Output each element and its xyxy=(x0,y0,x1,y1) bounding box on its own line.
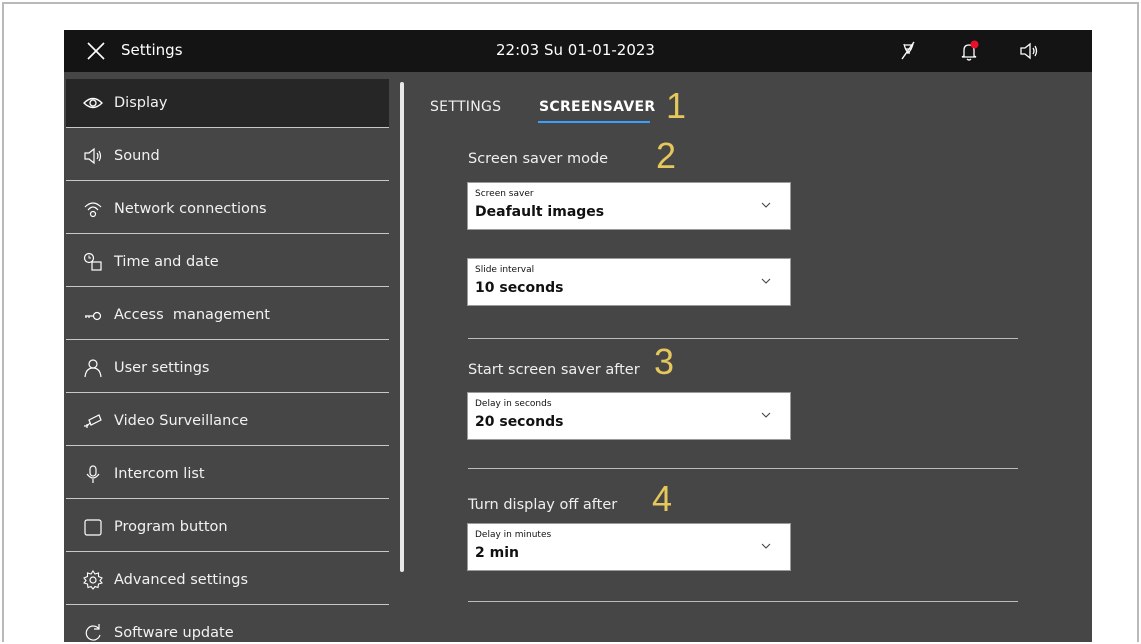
dropdown-value: 10 seconds xyxy=(475,280,564,296)
microphone-icon xyxy=(86,465,100,483)
sidebar-scrollbar[interactable] xyxy=(400,82,404,572)
divider xyxy=(66,604,389,605)
sidebar-item-user-settings[interactable]: User settings xyxy=(66,344,389,392)
screenshot-frame: Settings 22:03 Su 01-01-2023 Display Sou… xyxy=(2,2,1139,642)
eye-icon xyxy=(83,97,103,109)
dropdown-value: 2 min xyxy=(475,545,519,561)
section-divider xyxy=(468,601,1018,602)
display-off-delay-dropdown[interactable]: Delay in minutes 2 min xyxy=(467,523,791,571)
divider xyxy=(66,445,389,446)
sidebar-item-network[interactable]: Network connections xyxy=(66,185,389,233)
divider xyxy=(66,286,389,287)
square-button-icon xyxy=(84,519,102,536)
sidebar-item-label: Advanced settings xyxy=(114,572,249,588)
tab-settings[interactable]: SETTINGS xyxy=(430,99,501,115)
sidebar-item-label: Sound xyxy=(114,148,160,164)
callout-number: 4 xyxy=(652,478,673,519)
top-bar: Settings 22:03 Su 01-01-2023 xyxy=(64,30,1092,72)
section-title-turn-display-off: Turn display off after xyxy=(468,497,618,513)
dropdown-value: 20 seconds xyxy=(475,414,564,430)
sidebar-item-program-button[interactable]: Program button xyxy=(66,503,389,551)
screen-saver-dropdown[interactable]: Screen saver Deafault images xyxy=(467,182,791,230)
divider xyxy=(66,392,389,393)
device-screen: Settings 22:03 Su 01-01-2023 Display Sou… xyxy=(64,30,1092,642)
sidebar-item-label: Software update xyxy=(114,625,234,641)
sidebar-item-label: User settings xyxy=(114,360,210,376)
date-time: 22:03 Su 01-01-2023 xyxy=(496,41,655,59)
sidebar-item-label: Program button xyxy=(114,519,228,535)
divider xyxy=(66,498,389,499)
divider xyxy=(66,233,389,234)
divider xyxy=(66,339,389,340)
sidebar-item-software-update[interactable]: Software update xyxy=(66,609,389,642)
key-icon xyxy=(85,311,102,321)
window-title: Settings xyxy=(121,41,183,59)
divider xyxy=(66,127,389,128)
dropdown-label: Delay in minutes xyxy=(475,530,552,540)
close-icon[interactable] xyxy=(87,42,105,60)
dropdown-value: Deafault images xyxy=(475,204,605,220)
callout-number: 3 xyxy=(654,341,675,382)
sidebar-item-label: Network connections xyxy=(114,201,267,217)
callout-number: 1 xyxy=(666,85,687,126)
sidebar-item-advanced-settings[interactable]: Advanced settings xyxy=(66,556,389,604)
user-icon xyxy=(84,359,102,378)
sidebar-item-sound[interactable]: Sound xyxy=(66,132,389,180)
refresh-icon xyxy=(85,624,101,641)
sidebar-item-label: Intercom list xyxy=(114,466,205,482)
speaker-icon[interactable] xyxy=(1018,40,1040,62)
screen-saver-delay-dropdown[interactable]: Delay in seconds 20 seconds xyxy=(467,392,791,440)
section-divider xyxy=(468,468,1018,469)
speaker-icon xyxy=(84,147,102,165)
notification-dot xyxy=(970,40,979,49)
sidebar-item-intercom-list[interactable]: Intercom list xyxy=(66,450,389,498)
callout-number: 2 xyxy=(656,135,677,176)
divider xyxy=(66,551,389,552)
sidebar-item-label: Display xyxy=(114,95,168,111)
dropdown-label: Screen saver xyxy=(475,189,534,199)
sidebar-item-time-date[interactable]: Time and date xyxy=(66,238,389,286)
camera-icon xyxy=(84,414,102,428)
chevron-down-icon xyxy=(761,412,771,418)
notification-bell-icon[interactable] xyxy=(958,40,980,62)
active-tab-indicator xyxy=(538,121,650,123)
section-divider xyxy=(468,338,1018,339)
dropdown-label: Slide interval xyxy=(475,265,535,275)
sidebar-item-label: Video Surveillance xyxy=(114,413,249,429)
section-title-start-screen-saver: Start screen saver after xyxy=(468,362,640,378)
sidebar-item-access-management[interactable]: Access management xyxy=(66,291,389,339)
sidebar-item-display[interactable]: Display xyxy=(66,79,389,127)
chevron-down-icon xyxy=(761,543,771,549)
dropdown-label: Delay in seconds xyxy=(475,399,552,409)
gear-icon xyxy=(83,570,103,590)
sidebar-item-label: Access management xyxy=(114,307,270,323)
tab-screensaver[interactable]: SCREENSAVER xyxy=(539,99,655,115)
divider xyxy=(66,180,389,181)
wifi-icon xyxy=(84,202,102,218)
settings-sidebar: Display Sound Network connections Time a… xyxy=(64,77,390,642)
sidebar-item-video-surveillance[interactable]: Video Surveillance xyxy=(66,397,389,445)
clock-calendar-icon xyxy=(83,252,102,271)
chevron-down-icon xyxy=(761,278,771,284)
section-title-screen-saver-mode: Screen saver mode xyxy=(468,151,609,167)
chevron-down-icon xyxy=(761,202,771,208)
slide-interval-dropdown[interactable]: Slide interval 10 seconds xyxy=(467,258,791,306)
sidebar-item-label: Time and date xyxy=(114,254,219,270)
mic-muted-icon[interactable] xyxy=(897,40,919,62)
